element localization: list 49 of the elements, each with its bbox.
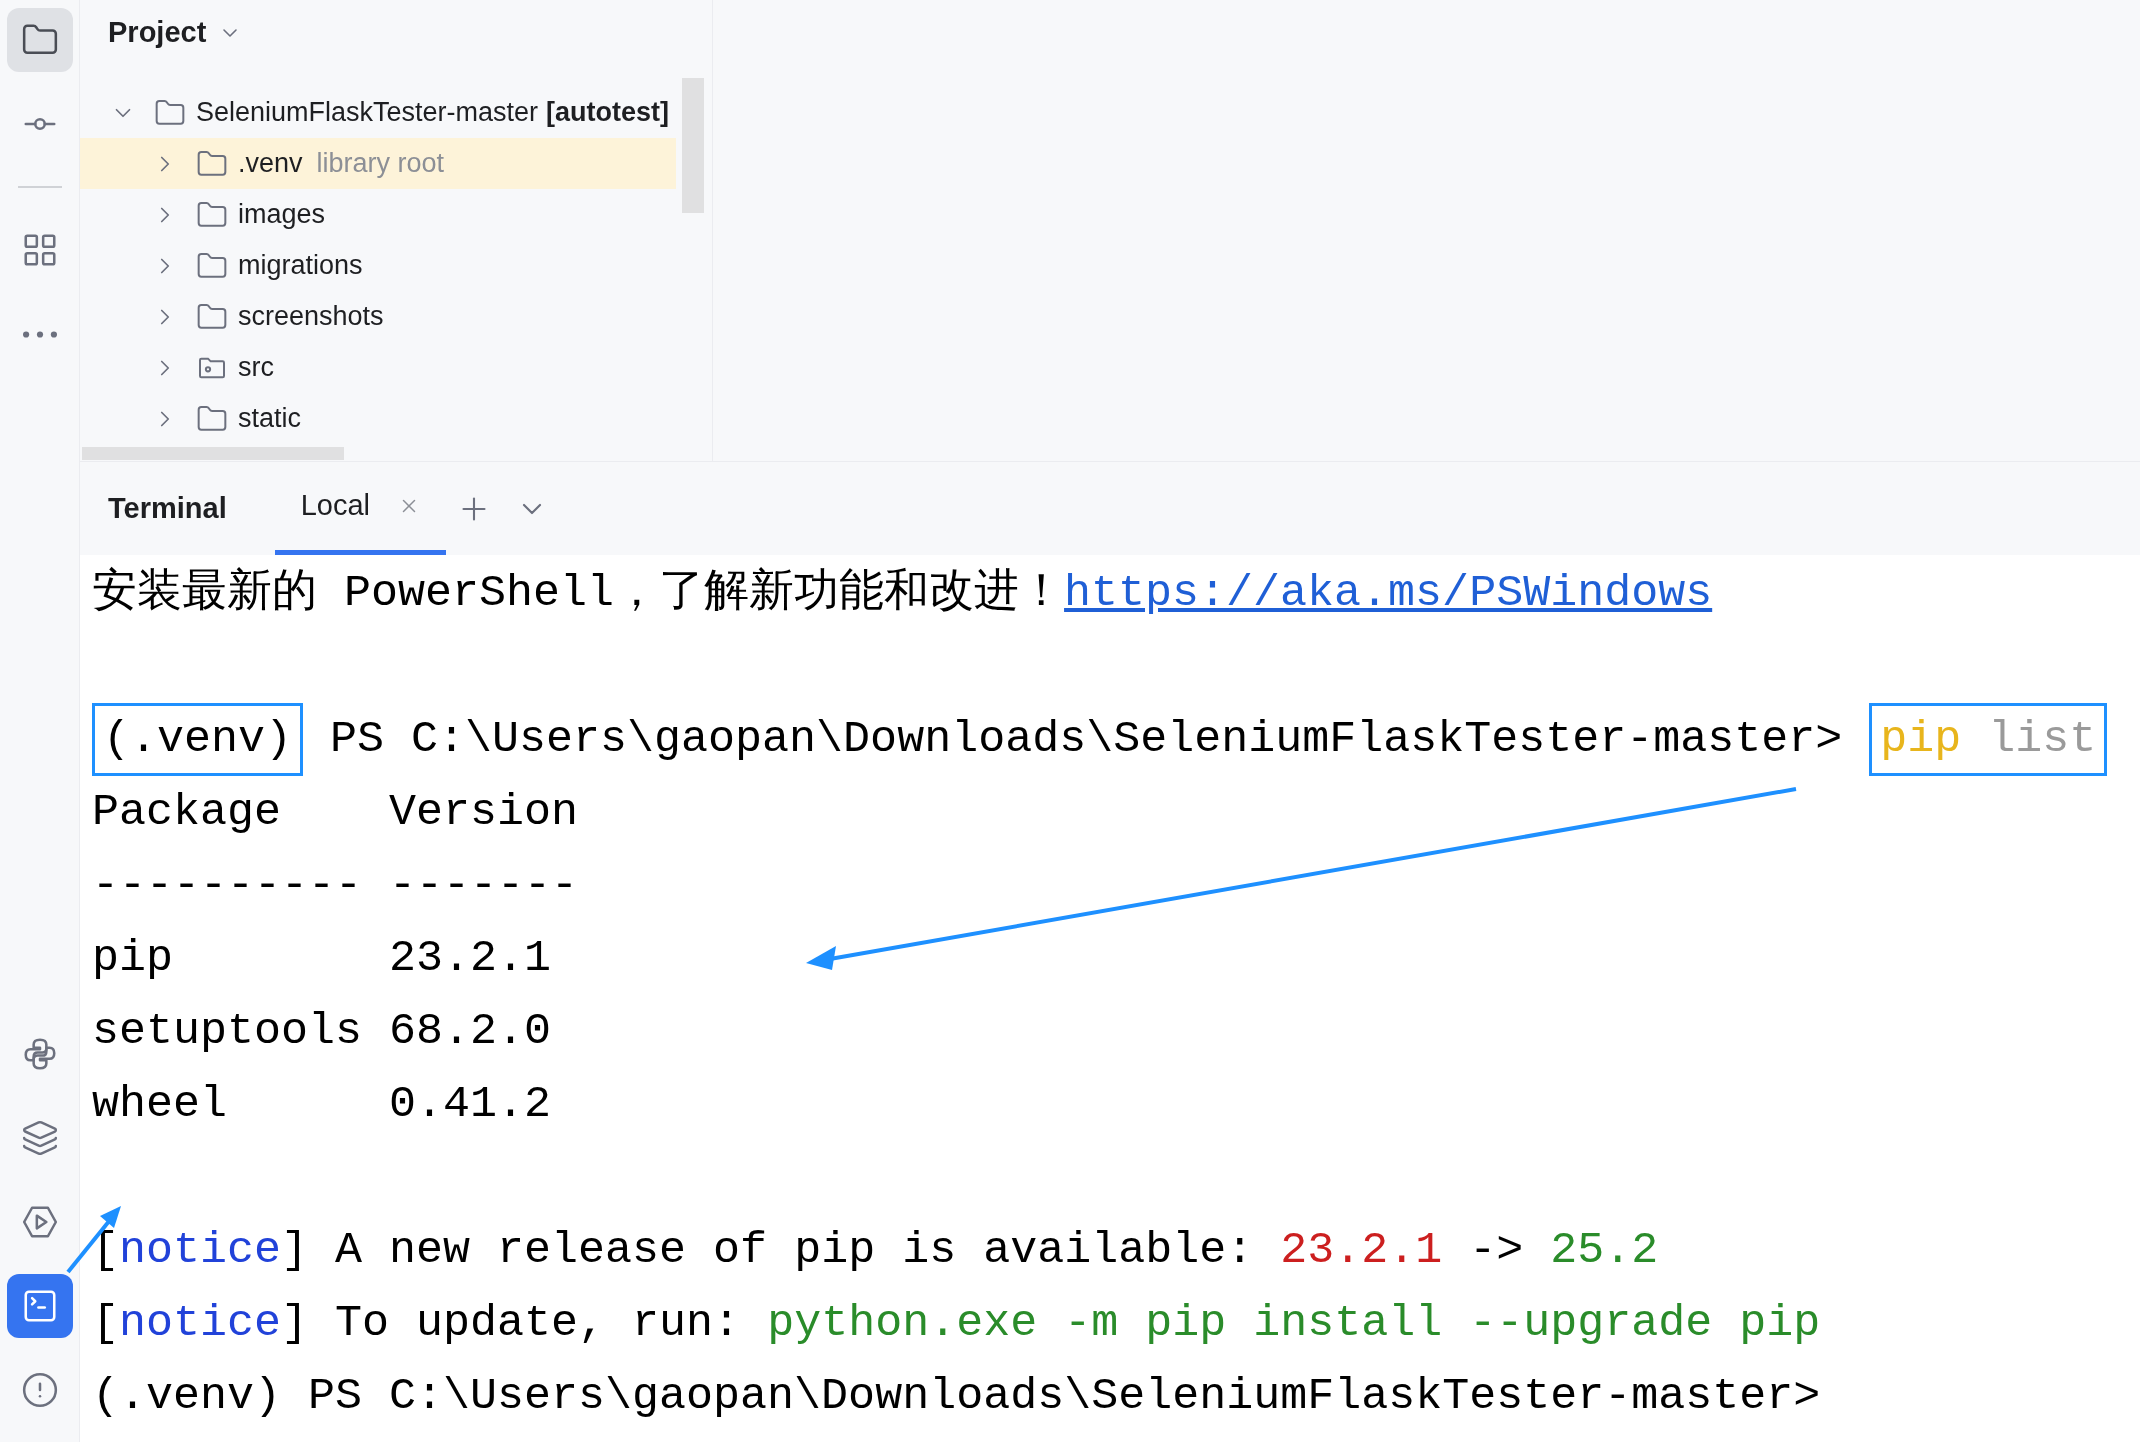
- panel-title: Terminal: [108, 490, 227, 526]
- tree-item-name: src: [238, 351, 274, 385]
- terminal-text: list: [1987, 714, 2097, 765]
- terminal-text: ->: [1468, 1225, 1525, 1276]
- tree-item-tag: [autotest]: [546, 92, 670, 133]
- terminal-text: [: [92, 1298, 119, 1349]
- tree-item-name: static: [238, 402, 302, 436]
- terminal-text: [: [92, 1225, 119, 1276]
- tree-row[interactable]: .venv library root: [80, 138, 676, 189]
- terminal-tool-button[interactable]: [6, 1274, 73, 1338]
- terminal-link[interactable]: https://aka.ms/PSWindows: [1064, 568, 1713, 619]
- terminal-text: Package Version: [92, 787, 579, 838]
- tree-item-name: SeleniumFlaskTester-master: [196, 96, 539, 130]
- terminal-text: 25.2: [1550, 1225, 1659, 1276]
- warning-icon: [20, 1371, 59, 1409]
- annotation-arrow: [66, 1206, 121, 1274]
- tree-item-name: .venv: [238, 147, 303, 181]
- terminal-text: ---------- -------: [92, 860, 579, 911]
- terminal-text: pip 23.2.1: [92, 933, 552, 984]
- terminal-text: PS C:\Users\gaopan\Downloads\SeleniumFlaskTester-master>: [329, 714, 1844, 765]
- terminal-text: python.exe -m pip install --upgrade pip: [767, 1298, 1821, 1349]
- run-icon: [20, 1203, 59, 1241]
- tree-row[interactable]: SeleniumFlaskTester-master [autotest]: [80, 87, 676, 138]
- tree-item-name: screenshots: [238, 300, 384, 334]
- terminal-text: (.venv): [103, 714, 293, 765]
- more-icon: [22, 330, 57, 338]
- terminal-text: (.venv) PS C:\Users\gaopan\Downloads\SeleniumFlaskTester-master>: [92, 1371, 1821, 1422]
- tree-item-name: migrations: [238, 249, 363, 283]
- scrollbar[interactable]: [82, 447, 344, 460]
- terminal-text: wheel 0.41.2: [92, 1079, 552, 1130]
- terminal-text: ] To update, run:: [281, 1298, 742, 1349]
- terminal-text: notice: [119, 1298, 282, 1349]
- scrollbar[interactable]: [682, 78, 704, 213]
- terminal-text: 安装最新的 PowerShell，了解新功能和改进！: [92, 568, 1065, 619]
- terminal-text: 23.2.1: [1280, 1225, 1443, 1276]
- tree-item-hint: library root: [316, 147, 445, 181]
- terminal-text: notice: [119, 1225, 282, 1276]
- folder-tool-button[interactable]: [6, 8, 73, 72]
- layers-icon: [20, 1119, 59, 1157]
- tree-row[interactable]: images: [80, 189, 676, 240]
- tree-row[interactable]: static: [80, 393, 676, 444]
- tree-item-name: images: [238, 198, 326, 232]
- terminal-text: setuptools 68.2.0: [92, 1006, 552, 1057]
- panel-title[interactable]: Project: [108, 11, 207, 55]
- terminal-text: pip: [1880, 714, 1962, 765]
- tree-row[interactable]: screenshots: [80, 291, 676, 342]
- terminal-text: ] A new release of pip is available:: [281, 1225, 1255, 1276]
- tree-row[interactable]: migrations: [80, 240, 676, 291]
- tree-row[interactable]: src: [80, 342, 676, 393]
